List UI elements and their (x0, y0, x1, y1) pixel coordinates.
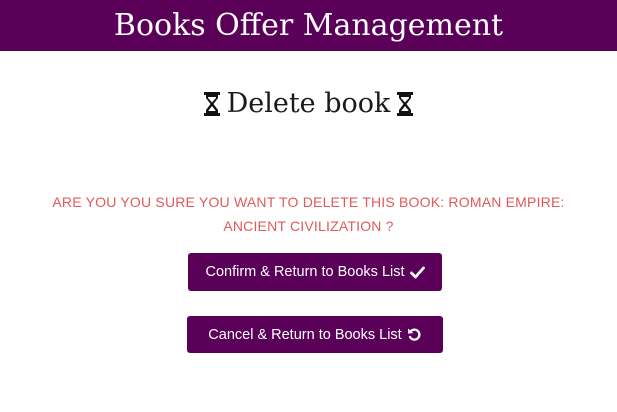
check-icon (409, 266, 425, 279)
cancel-button-label: Cancel & Return to Books List (208, 326, 402, 343)
hourglass-icon (203, 91, 221, 117)
app-header: Books Offer Management (0, 0, 617, 51)
cancel-delete-button[interactable]: Cancel & Return to Books List (187, 316, 443, 353)
hourglass-icon (396, 91, 414, 117)
undo-icon (407, 327, 422, 342)
page-heading-text: Delete book (226, 88, 391, 119)
page-heading: Delete book (0, 88, 617, 119)
confirm-delete-button[interactable]: Confirm & Return to Books List (188, 253, 442, 291)
confirm-button-label: Confirm & Return to Books List (205, 264, 405, 280)
app-title: Books Offer Management (113, 8, 504, 43)
delete-confirmation-message: ARE YOU YOU SURE YOU WANT TO DELETE THIS… (52, 194, 565, 234)
